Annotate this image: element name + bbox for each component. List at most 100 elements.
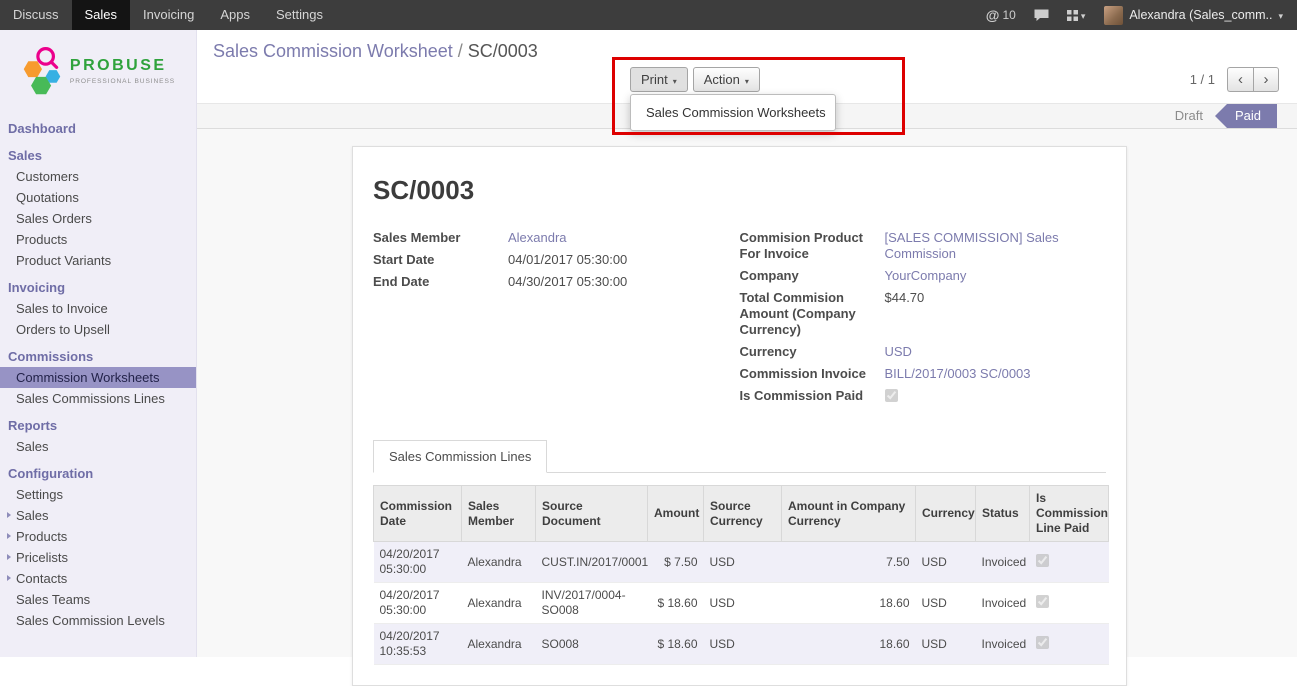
pager-next-button[interactable]: › — [1253, 67, 1279, 92]
sidebar-item-sales-orders[interactable]: Sales Orders — [0, 208, 196, 229]
menu-discuss[interactable]: Discuss — [0, 0, 72, 30]
sidebar-nav: Dashboard Sales Customers Quotations Sal… — [0, 108, 196, 631]
action-button[interactable]: Action — [693, 67, 760, 92]
field-label-commission-invoice: Commission Invoice — [740, 366, 885, 382]
sidebar-item-product-variants[interactable]: Product Variants — [0, 250, 196, 271]
cell-source-currency: USD — [704, 542, 782, 583]
sales-member-link[interactable]: Alexandra — [508, 230, 567, 246]
cell-sales-member: Alexandra — [462, 624, 536, 665]
sidebar-item-sales-commissions-lines[interactable]: Sales Commissions Lines — [0, 388, 196, 409]
cell-currency: USD — [916, 583, 976, 624]
caret-down-icon — [1081, 8, 1086, 22]
caret-down-icon — [1278, 8, 1283, 22]
sidebar-item-orders-to-upsell[interactable]: Orders to Upsell — [0, 319, 196, 340]
main-content: Sales Commission Worksheet/SC/0003 Print… — [197, 30, 1297, 657]
caret-down-icon — [745, 72, 749, 87]
cell-source-document: CUST.IN/2017/0001 — [536, 542, 648, 583]
table-row[interactable]: 04/20/2017 05:30:00 Alexandra CUST.IN/20… — [374, 542, 1109, 583]
breadcrumb-parent[interactable]: Sales Commission Worksheet — [213, 41, 453, 61]
cell-currency: USD — [916, 624, 976, 665]
header-sales-member[interactable]: Sales Member — [462, 486, 536, 542]
print-dropdown-menu: Sales Commission Worksheets — [630, 94, 836, 131]
field-label-commission-product: Commision Product For Invoice — [740, 230, 885, 262]
sidebar-item-config-products[interactable]: Products — [0, 526, 196, 547]
at-icon: @ — [986, 7, 1000, 23]
debug-menu-icon[interactable] — [1058, 0, 1095, 30]
sidebar-heading-sales[interactable]: Sales — [0, 145, 196, 166]
menu-apps[interactable]: Apps — [207, 0, 263, 30]
probuse-logo[interactable]: PROBUSE PROFESSIONAL BUSINESS — [0, 30, 196, 108]
commission-product-link[interactable]: [SALES COMMISSION] Sales Commission — [885, 230, 1060, 262]
sidebar-item-contacts[interactable]: Contacts — [0, 568, 196, 589]
commission-invoice-link[interactable]: BILL/2017/0003 SC/0003 — [885, 366, 1031, 382]
field-label-company: Company — [740, 268, 885, 284]
menu-sales[interactable]: Sales — [72, 0, 131, 30]
sidebar-item-sales-commission-levels[interactable]: Sales Commission Levels — [0, 610, 196, 631]
cell-status: Invoiced — [976, 542, 1030, 583]
start-date-value: 04/01/2017 05:30:00 — [508, 252, 627, 268]
cell-source-currency: USD — [704, 583, 782, 624]
pager-previous-button[interactable]: ‹ — [1227, 67, 1253, 92]
header-amount[interactable]: Amount — [648, 486, 704, 542]
cell-status: Invoiced — [976, 624, 1030, 665]
messages-icon[interactable] — [1025, 0, 1058, 30]
cell-source-document: INV/2017/0004-SO008 — [536, 583, 648, 624]
tab-sales-commission-lines[interactable]: Sales Commission Lines — [373, 440, 547, 473]
chat-bubble-icon — [1034, 9, 1049, 22]
header-currency[interactable]: Currency — [916, 486, 976, 542]
stage-paid[interactable]: Paid — [1227, 104, 1277, 128]
currency-link[interactable]: USD — [885, 344, 912, 360]
cell-commission-date: 04/20/2017 10:35:53 — [374, 624, 462, 665]
sidebar-heading-invoicing[interactable]: Invoicing — [0, 277, 196, 298]
cell-amount: $ 18.60 — [648, 583, 704, 624]
control-panel: Sales Commission Worksheet/SC/0003 Print… — [197, 30, 1297, 103]
print-button[interactable]: Print — [630, 67, 688, 92]
stage-draft[interactable]: Draft — [1165, 104, 1213, 128]
sidebar-item-config-sales[interactable]: Sales — [0, 505, 196, 526]
cell-line-paid — [1030, 583, 1109, 624]
sidebar-item-dashboard[interactable]: Dashboard — [0, 118, 196, 139]
table-header-row: Commission Date Sales Member Source Docu… — [374, 486, 1109, 542]
field-label-total-commission: Total Commision Amount (Company Currency… — [740, 290, 885, 338]
sidebar-item-settings[interactable]: Settings — [0, 484, 196, 505]
avatar — [1104, 6, 1123, 25]
caret-down-icon — [673, 72, 677, 87]
mentions-indicator[interactable]: @ 10 — [977, 0, 1025, 30]
sidebar-heading-reports[interactable]: Reports — [0, 415, 196, 436]
sidebar-item-sales-teams[interactable]: Sales Teams — [0, 589, 196, 610]
header-is-commission-line-paid[interactable]: Is Commission Line Paid — [1030, 486, 1109, 542]
table-row[interactable]: 04/20/2017 10:35:53 Alexandra SO008 $ 18… — [374, 624, 1109, 665]
sidebar-heading-commissions[interactable]: Commissions — [0, 346, 196, 367]
sidebar-item-reports-sales[interactable]: Sales — [0, 436, 196, 457]
dropdown-item-sales-commission-worksheets[interactable]: Sales Commission Worksheets — [631, 100, 835, 125]
header-source-document[interactable]: Source Document — [536, 486, 648, 542]
header-commission-date[interactable]: Commission Date — [374, 486, 462, 542]
sidebar-heading-configuration[interactable]: Configuration — [0, 463, 196, 484]
line-paid-checkbox — [1036, 554, 1049, 567]
table-row[interactable]: 04/20/2017 05:30:00 Alexandra INV/2017/0… — [374, 583, 1109, 624]
menu-settings[interactable]: Settings — [263, 0, 336, 30]
menu-invoicing[interactable]: Invoicing — [130, 0, 207, 30]
field-label-end-date: End Date — [373, 274, 508, 290]
sidebar-item-quotations[interactable]: Quotations — [0, 187, 196, 208]
action-button-label: Action — [704, 72, 740, 87]
cell-amount-company: 18.60 — [782, 583, 916, 624]
breadcrumb: Sales Commission Worksheet/SC/0003 — [213, 41, 538, 62]
field-label-start-date: Start Date — [373, 252, 508, 268]
header-status[interactable]: Status — [976, 486, 1030, 542]
user-menu[interactable]: Alexandra (Sales_comm.. — [1094, 6, 1291, 25]
sidebar-item-commission-worksheets[interactable]: Commission Worksheets — [0, 367, 196, 388]
header-amount-company-currency[interactable]: Amount in Company Currency — [782, 486, 916, 542]
line-paid-checkbox — [1036, 595, 1049, 608]
cell-commission-date: 04/20/2017 05:30:00 — [374, 542, 462, 583]
sidebar-item-products[interactable]: Products — [0, 229, 196, 250]
mention-count: 10 — [1002, 8, 1015, 22]
sidebar-item-customers[interactable]: Customers — [0, 166, 196, 187]
sidebar-item-pricelists[interactable]: Pricelists — [0, 547, 196, 568]
sidebar-item-sales-to-invoice[interactable]: Sales to Invoice — [0, 298, 196, 319]
cell-amount-company: 7.50 — [782, 542, 916, 583]
cell-status: Invoiced — [976, 583, 1030, 624]
company-link[interactable]: YourCompany — [885, 268, 967, 284]
header-source-currency[interactable]: Source Currency — [704, 486, 782, 542]
notebook-tabs: Sales Commission Lines — [373, 440, 1106, 473]
